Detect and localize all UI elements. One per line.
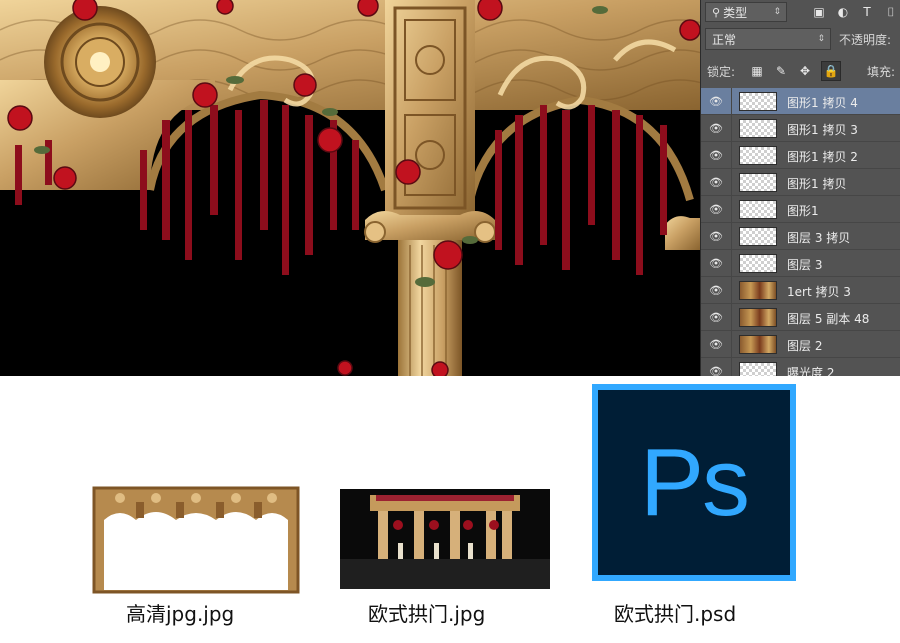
eye-visibility-icon[interactable]: 👁	[709, 310, 723, 324]
file-name-hd-jpg[interactable]: 高清jpg.jpg	[126, 598, 234, 627]
eye-visibility-icon[interactable]: 👁	[709, 121, 723, 135]
layer-row[interactable]: 👁 曝光度 2	[701, 358, 900, 376]
divider	[731, 304, 732, 331]
file-item-hd-jpg[interactable]	[90, 480, 302, 596]
layer-thumbnail[interactable]	[739, 281, 777, 300]
eye-visibility-icon[interactable]: 👁	[709, 175, 723, 189]
image-filter-icon[interactable]: ▣	[811, 4, 827, 20]
divider	[731, 331, 732, 358]
file-item-arch-jpg[interactable]	[340, 489, 550, 589]
chevron-updown-icon: ⇕	[817, 34, 825, 44]
layer-name[interactable]: 图形1 拷贝 4	[787, 94, 858, 111]
lock-all-icon[interactable]: 🔒	[821, 61, 841, 81]
layer-row[interactable]: 👁 图形1 拷贝	[701, 169, 900, 196]
eye-visibility-icon[interactable]: 👁	[709, 202, 723, 216]
divider	[731, 196, 732, 223]
adjustment-filter-icon[interactable]: ◐	[835, 4, 851, 20]
blend-mode-value: 正常	[712, 32, 737, 47]
layer-thumbnail[interactable]	[739, 200, 777, 219]
lock-label: 锁定:	[707, 65, 736, 79]
layer-row[interactable]: 👁 图层 5 副本 48	[701, 304, 900, 331]
divider	[731, 88, 732, 115]
eye-visibility-icon[interactable]: 👁	[709, 229, 723, 243]
layer-row[interactable]: 👁 图形1 拷贝 4	[701, 88, 900, 115]
layer-name[interactable]: 1ert 拷贝 3	[787, 283, 851, 300]
lock-move-icon[interactable]: ✥	[797, 63, 813, 79]
layer-row[interactable]: 👁 图层 3	[701, 250, 900, 277]
divider	[731, 169, 732, 196]
layer-thumbnail[interactable]	[739, 119, 777, 138]
layers-panel: ⚲ 类型 ⇕ ▣ ◐ T ⌷ 正常 ⇕ 不透明度: 锁定: ▦ ✎ ✥ 🔒 填充…	[700, 0, 900, 376]
file-thumbnail	[340, 489, 550, 589]
shape-filter-icon[interactable]: ⌷	[883, 4, 899, 20]
type-filter-icon[interactable]: T	[859, 4, 875, 20]
layer-row[interactable]: 👁 1ert 拷贝 3	[701, 277, 900, 304]
file-thumbnail	[92, 486, 300, 594]
layer-row[interactable]: 👁 图形1 拷贝 3	[701, 115, 900, 142]
layer-name[interactable]: 图形1 拷贝 3	[787, 121, 858, 138]
layer-row[interactable]: 👁 图层 2	[701, 331, 900, 358]
layer-thumbnail[interactable]	[739, 173, 777, 192]
chevron-updown-icon: ⇕	[773, 7, 781, 17]
layer-name[interactable]: 图层 3 拷贝	[787, 229, 850, 246]
eye-visibility-icon[interactable]: 👁	[709, 148, 723, 162]
file-name-arch-jpg[interactable]: 欧式拱门.jpg	[368, 598, 485, 627]
file-item-arch-psd[interactable]: Ps	[592, 384, 796, 581]
layer-name[interactable]: 图层 2	[787, 337, 822, 354]
divider	[731, 115, 732, 142]
layer-name[interactable]: 曝光度 2	[787, 364, 834, 376]
eye-visibility-icon[interactable]: 👁	[709, 283, 723, 297]
eye-visibility-icon[interactable]: 👁	[709, 256, 723, 270]
eye-visibility-icon[interactable]: 👁	[709, 94, 723, 108]
blend-mode-dropdown[interactable]: 正常 ⇕	[705, 28, 831, 50]
layer-row[interactable]: 👁 图形1 拷贝 2	[701, 142, 900, 169]
eye-visibility-icon[interactable]: 👁	[709, 337, 723, 351]
divider	[731, 142, 732, 169]
layer-row[interactable]: 👁 图形1	[701, 196, 900, 223]
file-name-arch-psd[interactable]: 欧式拱门.psd	[614, 598, 736, 627]
photoshop-icon-text: Ps	[639, 428, 750, 536]
divider	[731, 223, 732, 250]
layer-name[interactable]: 图形1 拷贝	[787, 175, 846, 192]
fill-label: 填充:	[867, 65, 896, 79]
divider	[731, 277, 732, 304]
opacity-label: 不透明度:	[839, 33, 892, 47]
arch-artwork	[0, 0, 700, 376]
layer-name[interactable]: 图层 5 副本 48	[787, 310, 869, 327]
photoshop-icon: Ps	[598, 390, 790, 575]
divider	[731, 250, 732, 277]
layer-thumbnail[interactable]	[739, 92, 777, 111]
layer-thumbnail[interactable]	[739, 335, 777, 354]
layer-name[interactable]: 图形1	[787, 202, 819, 219]
layer-thumbnail[interactable]	[739, 254, 777, 273]
layer-name[interactable]: 图形1 拷贝 2	[787, 148, 858, 165]
artwork-canvas[interactable]	[0, 0, 700, 376]
search-icon: ⚲	[712, 5, 721, 19]
layer-name[interactable]: 图层 3	[787, 256, 822, 273]
layer-filter-label: 类型	[723, 5, 748, 20]
layer-thumbnail[interactable]	[739, 146, 777, 165]
divider	[731, 358, 732, 376]
layer-thumbnail[interactable]	[739, 227, 777, 246]
file-list: 高清jpg.jpg 欧式拱门.jpg Ps 欧式拱门.psd	[0, 376, 900, 643]
layer-thumbnail[interactable]	[739, 308, 777, 327]
lock-brush-icon[interactable]: ✎	[773, 63, 789, 79]
eye-visibility-icon[interactable]: 👁	[709, 364, 723, 377]
lock-transparent-icon[interactable]: ▦	[749, 63, 765, 79]
layer-filter-dropdown[interactable]: ⚲ 类型 ⇕	[705, 2, 787, 22]
layer-row[interactable]: 👁 图层 3 拷贝	[701, 223, 900, 250]
layer-thumbnail[interactable]	[739, 362, 777, 376]
